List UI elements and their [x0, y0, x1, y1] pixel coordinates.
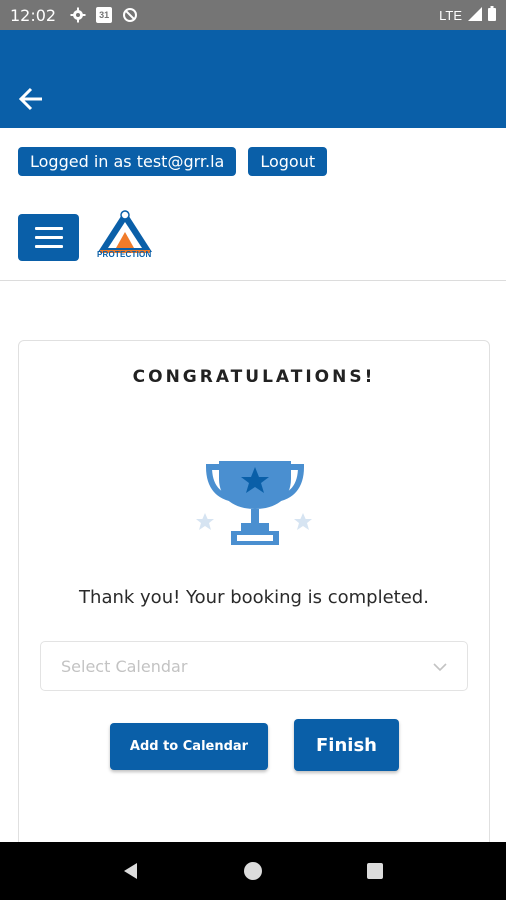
arrow-left-icon — [18, 87, 42, 111]
logged-in-label[interactable]: Logged in as test@grr.la — [18, 147, 237, 176]
signal-icon — [468, 6, 482, 24]
chevron-down-icon — [433, 657, 447, 676]
card-title: CONGRATULATIONS! — [132, 367, 376, 387]
completion-message: Thank you! Your booking is completed. — [79, 587, 429, 608]
status-right: LTE — [439, 6, 496, 24]
app-bar — [0, 30, 506, 128]
network-label: LTE — [439, 7, 462, 23]
data-saver-icon — [122, 7, 138, 23]
left-star-icon — [196, 513, 214, 530]
logout-button[interactable]: Logout — [248, 147, 328, 176]
nav-recents-button[interactable] — [360, 856, 390, 886]
right-star-icon — [294, 513, 312, 530]
calendar-icon: 31 — [96, 7, 113, 23]
divider — [0, 280, 506, 281]
trophy-icon — [196, 461, 312, 545]
status-time: 12:02 — [10, 5, 57, 25]
logo-text: PROTECTION — [97, 250, 152, 259]
finish-button[interactable]: Finish — [294, 719, 399, 771]
nav-home-button[interactable] — [238, 856, 268, 886]
home-circle-icon — [244, 862, 262, 880]
confirmation-card: CONGRATULATIONS! Thank you! Your booking… — [18, 340, 490, 860]
settings-icon — [70, 7, 86, 23]
recents-square-icon — [367, 863, 383, 879]
battery-icon — [488, 6, 496, 24]
auth-row: Logged in as test@grr.la Logout — [18, 147, 328, 176]
calendar-day: 31 — [99, 10, 110, 20]
back-triangle-icon — [124, 863, 137, 879]
calendar-select[interactable]: Select Calendar — [40, 641, 468, 691]
status-bar: 12:02 31 LTE — [0, 0, 506, 30]
calendar-select-placeholder: Select Calendar — [61, 656, 188, 676]
nav-back-button[interactable] — [116, 856, 146, 886]
system-nav-bar — [0, 842, 506, 900]
add-to-calendar-button[interactable]: Add to Calendar — [110, 723, 268, 770]
hamburger-icon — [34, 227, 63, 230]
back-button[interactable] — [14, 82, 48, 116]
menu-button[interactable] — [18, 214, 79, 261]
